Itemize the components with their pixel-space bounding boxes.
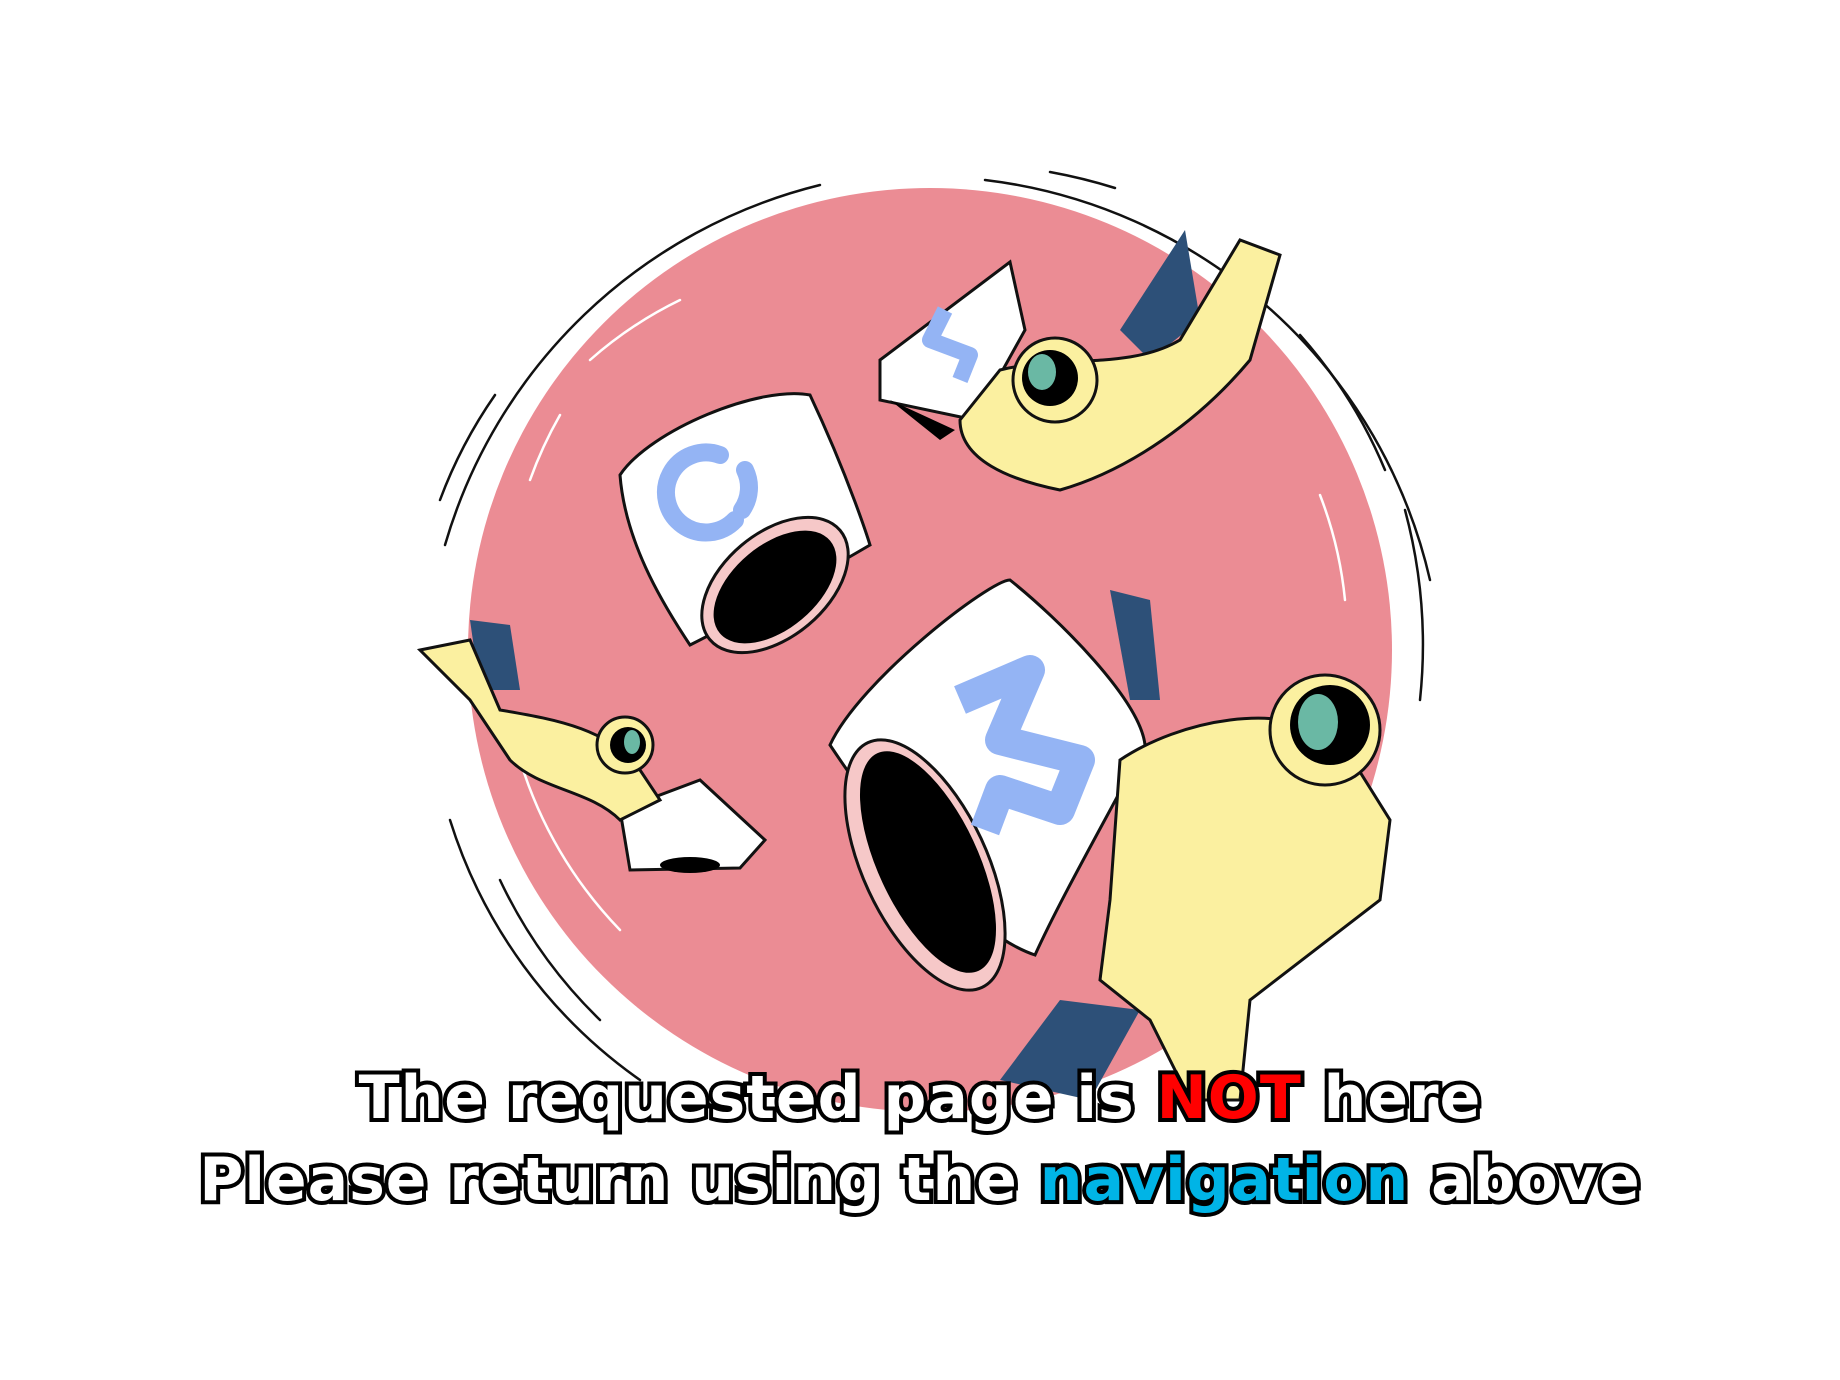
error-highlight-not: NOT [1153,1063,1305,1133]
error-message-line-2: Please return using the navigation above [0,1146,1840,1214]
error-message-text-end: here [1320,1063,1485,1133]
navigation-highlight: navigation [1036,1145,1413,1215]
return-message-text: Please return using the [195,1145,1021,1215]
return-message-text-end: above [1427,1145,1643,1215]
error-message-text: The requested page is [355,1063,1138,1133]
error-message-line-1: The requested page is NOT here [0,1064,1840,1132]
